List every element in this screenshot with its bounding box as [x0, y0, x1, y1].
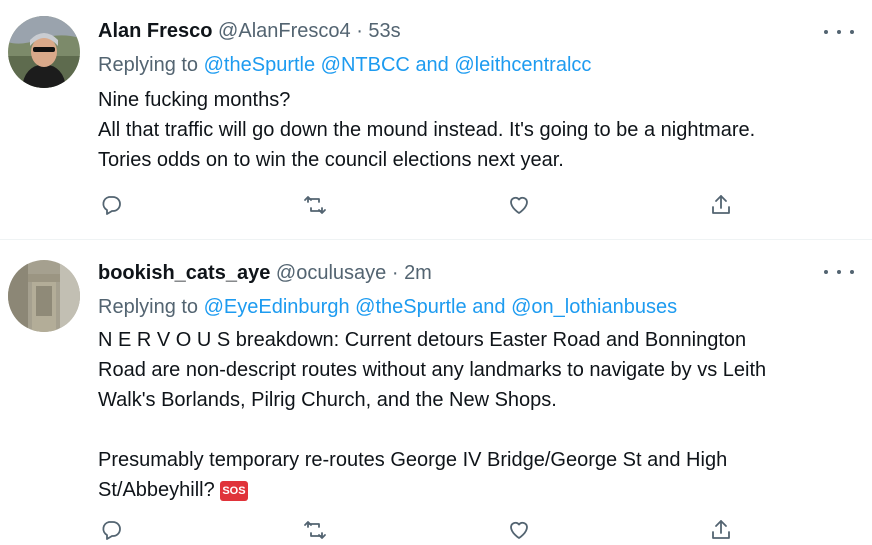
avatar[interactable]: [8, 16, 80, 88]
retweet-icon[interactable]: [300, 515, 330, 545]
like-icon[interactable]: [504, 190, 534, 220]
replying-to: Replying to @theSpurtle @NTBCC and @leit…: [98, 52, 591, 78]
sos-emoji: SOS: [220, 481, 248, 501]
and-text: and: [472, 296, 506, 318]
user-handle[interactable]: @AlanFresco4: [218, 20, 351, 42]
user-handle[interactable]: @oculusaye: [276, 262, 386, 284]
share-icon[interactable]: [706, 515, 736, 545]
tweet-text-line: Nine fucking months?: [98, 89, 291, 111]
mention-link[interactable]: @leithcentralcc: [454, 54, 591, 76]
tweet-header: bookish_cats_aye @oculusaye · 2m: [98, 260, 432, 286]
mention-link[interactable]: @on_lothianbuses: [511, 296, 677, 318]
tweet-header: Alan Fresco @AlanFresco4 · 53s: [98, 18, 401, 44]
tweet-actions: [98, 515, 738, 545]
timestamp[interactable]: 2m: [404, 262, 432, 284]
display-name[interactable]: bookish_cats_aye: [98, 262, 270, 284]
replying-prefix: Replying to: [98, 54, 199, 76]
reply-icon[interactable]: [96, 515, 126, 545]
more-icon[interactable]: [824, 22, 854, 42]
replying-to: Replying to @EyeEdinburgh @theSpurtle an…: [98, 294, 677, 320]
share-icon[interactable]: [706, 190, 736, 220]
tweet-text: N E R V O U S breakdown: Current detours…: [98, 325, 858, 505]
mention-link[interactable]: @theSpurtle: [204, 54, 315, 76]
tweet-text-line: Tories odds on to win the council electi…: [98, 149, 564, 171]
avatar-image: [8, 16, 80, 88]
tweet-text-line: Presumably temporary re-routes George IV…: [98, 449, 728, 471]
tweet[interactable]: Alan Fresco @AlanFresco4 · 53s Replying …: [0, 0, 872, 240]
like-icon[interactable]: [504, 515, 534, 545]
replying-prefix: Replying to: [98, 296, 199, 318]
mention-link[interactable]: @NTBCC: [321, 54, 410, 76]
display-name[interactable]: Alan Fresco: [98, 20, 212, 42]
tweet-text-line: St/Abbeyhill? SOS: [98, 475, 858, 505]
separator: ·: [391, 262, 399, 284]
mention-link[interactable]: @theSpurtle: [355, 296, 466, 318]
avatar-image: [8, 260, 80, 332]
and-text: and: [415, 54, 449, 76]
reply-icon[interactable]: [96, 190, 126, 220]
separator: ·: [356, 20, 363, 42]
tweet-text-fragment: St/Abbeyhill?: [98, 479, 215, 501]
mention-link[interactable]: @EyeEdinburgh: [204, 296, 350, 318]
retweet-icon[interactable]: [300, 190, 330, 220]
tweet-actions: [98, 190, 738, 220]
tweet-text: Nine fucking months? All that traffic wi…: [98, 85, 858, 175]
tweet-text-line: N E R V O U S breakdown: Current detours…: [98, 329, 747, 351]
tweet-text-line: Walk's Borlands, Pilrig Church, and the …: [98, 389, 557, 411]
avatar[interactable]: [8, 260, 80, 332]
tweet-text-line: All that traffic will go down the mound …: [98, 119, 756, 141]
timestamp[interactable]: 53s: [368, 20, 400, 42]
tweet-text-line: Road are non-descript routes without any…: [98, 359, 767, 381]
more-icon[interactable]: [824, 262, 854, 282]
tweet[interactable]: bookish_cats_aye @oculusaye · 2m Replyin…: [0, 240, 872, 540]
